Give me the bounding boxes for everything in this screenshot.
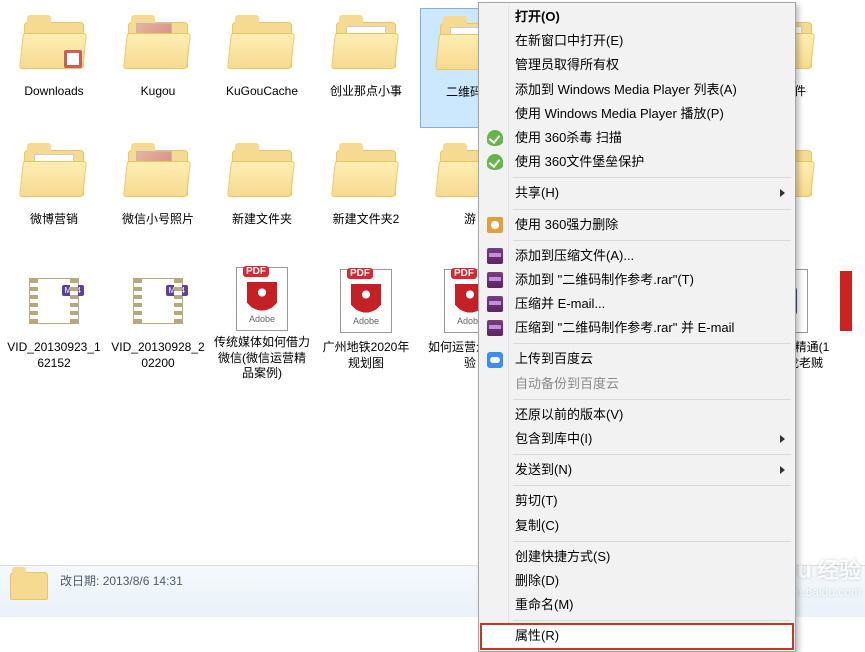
file-item[interactable]: 新建文件夹2 <box>316 136 416 256</box>
menu-item[interactable]: 在新窗口中打开(E) <box>481 29 793 53</box>
file-item[interactable]: 创业那点小事 <box>316 8 416 128</box>
rar-icon <box>487 248 503 264</box>
file-label: 新建文件夹 <box>214 212 310 228</box>
menu-item[interactable]: 重命名(M) <box>481 593 793 617</box>
file-label: Downloads <box>6 84 102 100</box>
mp4-icon: MP4 <box>19 266 89 336</box>
menu-separator <box>513 399 791 400</box>
file-label: KuGouCache <box>214 84 310 100</box>
pdf-icon: PDFAdobe <box>227 266 297 331</box>
submenu-arrow-icon <box>780 466 785 474</box>
context-menu[interactable]: 打开(O)在新窗口中打开(E)管理员取得所有权添加到 Windows Media… <box>478 2 796 652</box>
folder-icon <box>227 138 297 208</box>
menu-item[interactable]: 共享(H) <box>481 181 793 205</box>
shield-icon <box>487 154 503 170</box>
menu-item[interactable]: 发送到(N) <box>481 458 793 482</box>
menu-separator <box>513 209 791 210</box>
file-item[interactable]: KuGouCache <box>212 8 312 128</box>
details-date-label: 改日期: <box>60 574 99 588</box>
menu-item[interactable]: 剪切(T) <box>481 489 793 513</box>
folder-photo-icon <box>123 138 193 208</box>
details-date-value: 2013/8/6 14:31 <box>103 574 183 588</box>
menu-separator <box>513 541 791 542</box>
file-label: 微博营销 <box>6 212 102 228</box>
menu-item[interactable]: 创建快捷方式(S) <box>481 545 793 569</box>
menu-item[interactable]: 使用 Windows Media Player 播放(P) <box>481 102 793 126</box>
menu-separator <box>513 177 791 178</box>
360-icon <box>487 217 503 233</box>
menu-item[interactable]: 还原以前的版本(V) <box>481 403 793 427</box>
menu-item[interactable]: 添加到 Windows Media Player 列表(A) <box>481 78 793 102</box>
file-item[interactable]: 微信小号照片 <box>108 136 208 256</box>
file-item[interactable] <box>836 264 856 384</box>
menu-item[interactable]: 打开(O) <box>481 5 793 29</box>
submenu-arrow-icon <box>780 435 785 443</box>
menu-item[interactable]: 复制(C) <box>481 514 793 538</box>
file-item[interactable]: MP4 VID_20130928_202200 <box>108 264 208 384</box>
file-item[interactable]: 新建文件夹 <box>212 136 312 256</box>
folder-thumb-icon <box>331 10 401 80</box>
file-label: 创业那点小事 <box>318 84 414 100</box>
folder-shield-icon <box>19 10 89 80</box>
menu-item: 自动备份到百度云 <box>481 372 793 396</box>
details-thumb <box>10 572 48 604</box>
menu-separator <box>513 485 791 486</box>
red-sliver-icon <box>811 266 865 336</box>
file-label: 新建文件夹2 <box>318 212 414 228</box>
menu-separator <box>513 454 791 455</box>
rar-icon <box>487 296 503 312</box>
menu-item[interactable]: 使用 360强力删除 <box>481 213 793 237</box>
file-label: Kugou <box>110 84 206 100</box>
menu-item[interactable]: 使用 360文件堡垒保护 <box>481 150 793 174</box>
submenu-arrow-icon <box>780 189 785 197</box>
folder-photo-icon <box>123 10 193 80</box>
menu-item[interactable]: 压缩并 E-mail... <box>481 292 793 316</box>
menu-separator <box>513 620 791 621</box>
menu-item[interactable]: 添加到 "二维码制作参考.rar"(T) <box>481 268 793 292</box>
menu-item[interactable]: 添加到压缩文件(A)... <box>481 244 793 268</box>
folder-icon <box>331 138 401 208</box>
menu-item[interactable]: 上传到百度云 <box>481 347 793 371</box>
file-label: 微信小号照片 <box>110 212 206 228</box>
menu-separator <box>513 343 791 344</box>
rar-icon <box>487 272 503 288</box>
menu-item[interactable]: 压缩到 "二维码制作参考.rar" 并 E-mail <box>481 316 793 340</box>
menu-item[interactable]: 删除(D) <box>481 569 793 593</box>
file-item[interactable]: Downloads <box>4 8 104 128</box>
file-item[interactable]: MP4 VID_20130923_162152 <box>4 264 104 384</box>
pdf-icon: PDFAdobe <box>331 266 401 336</box>
menu-item[interactable]: 管理员取得所有权 <box>481 53 793 77</box>
folder-thumb-icon <box>19 138 89 208</box>
file-item[interactable]: PDFAdobe传统媒体如何借力微信(微信运营精品案例) <box>212 264 312 384</box>
file-label: VID_20130928_202200 <box>110 340 206 371</box>
file-label: VID_20130923_162152 <box>6 340 102 371</box>
shield-icon <box>487 130 503 146</box>
file-item[interactable]: PDFAdobe 广州地铁2020年规划图 <box>316 264 416 384</box>
cloud-icon <box>487 352 503 368</box>
file-item[interactable]: 微博营销 <box>4 136 104 256</box>
rar-icon <box>487 320 503 336</box>
menu-item[interactable]: 属性(R) <box>481 624 793 648</box>
file-label: 广州地铁2020年规划图 <box>318 340 414 371</box>
menu-item[interactable]: 包含到库中(I) <box>481 427 793 451</box>
menu-item[interactable]: 使用 360杀毒 扫描 <box>481 126 793 150</box>
folder-icon <box>227 10 297 80</box>
mp4-icon: MP4 <box>123 266 193 336</box>
file-item[interactable]: Kugou <box>108 8 208 128</box>
menu-separator <box>513 240 791 241</box>
file-label: 传统媒体如何借力微信(微信运营精品案例) <box>214 335 310 382</box>
